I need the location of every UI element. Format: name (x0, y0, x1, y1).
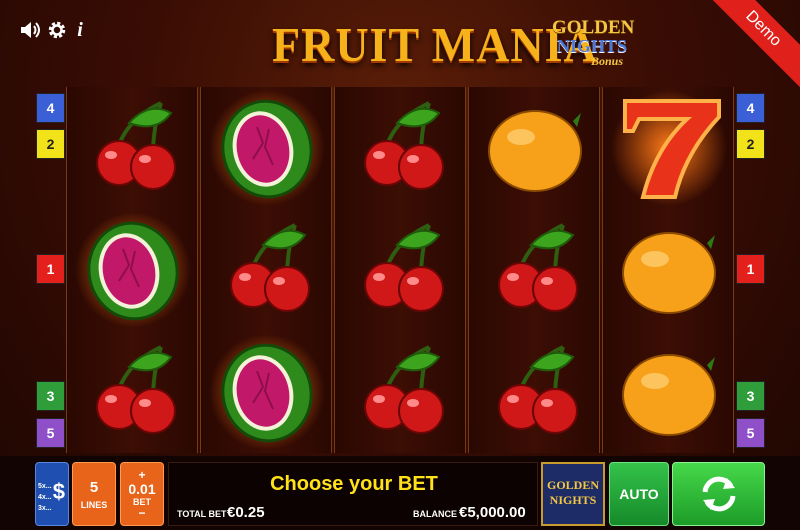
golden-nights-button[interactable]: GOLDEN NIGHTS (541, 462, 605, 526)
reel-5 (602, 87, 734, 453)
spin-arrows-icon (702, 476, 735, 512)
watermelon-symbol (67, 209, 199, 331)
cherry-symbol (201, 209, 333, 331)
orange-symbol (603, 331, 735, 453)
paytable-button[interactable]: 5x... 4x... 3x... $ (35, 462, 69, 526)
cherry-symbol (67, 87, 199, 209)
gn-line1: GOLDEN (546, 478, 599, 492)
bet-plus-icon[interactable]: + (138, 469, 145, 481)
payline-right-2[interactable]: 2 (736, 129, 765, 159)
orange-symbol (469, 87, 601, 209)
game-title: FRUIT MANIA (272, 17, 598, 72)
logo-line1: GOLDEN (552, 17, 635, 38)
bet-button[interactable]: + 0.01 BET − (120, 462, 164, 526)
seven-symbol (603, 87, 735, 209)
watermelon-symbol (201, 331, 333, 453)
auto-button[interactable]: AUTO (609, 462, 669, 526)
logo-line2: NIGHTS (556, 36, 628, 56)
reel-3 (334, 87, 466, 453)
lines-label: LINES (80, 499, 108, 510)
payline-left-2[interactable]: 2 (36, 129, 65, 159)
message-panel: Choose your BET TOTAL BET €0.25 BALANCE … (168, 462, 538, 526)
cherry-symbol (335, 209, 467, 331)
payline-right-3[interactable]: 3 (736, 381, 765, 411)
spin-button[interactable] (672, 462, 765, 526)
speaker-icon[interactable] (18, 18, 42, 42)
cherry-symbol (67, 331, 199, 453)
payline-left-3[interactable]: 3 (36, 381, 65, 411)
gn-line2: NIGHTS (549, 493, 597, 507)
balance-label: BALANCE (413, 509, 457, 519)
payline-right-1[interactable]: 1 (736, 254, 765, 284)
gear-icon[interactable] (45, 18, 69, 42)
lines-button[interactable]: 5 LINES (72, 462, 116, 526)
total-bet-value: €0.25 (227, 504, 265, 521)
info-icon[interactable]: i (72, 18, 88, 42)
payline-left-1[interactable]: 1 (36, 254, 65, 284)
bet-value: 0.01 (128, 481, 156, 497)
payline-left-5[interactable]: 5 (36, 418, 65, 448)
reels-area (66, 87, 734, 453)
golden-nights-logo: GOLDEN NIGHTS Bonus (552, 17, 635, 80)
watermelon-symbol (201, 87, 333, 209)
cherry-symbol (335, 87, 467, 209)
reel-2 (200, 87, 332, 453)
cherry-symbol (469, 331, 601, 453)
payline-right-4[interactable]: 4 (736, 93, 765, 123)
paytable-row: 3x... (38, 505, 52, 512)
logo-line3: Bonus (590, 54, 624, 68)
status-message: Choose your BET (270, 473, 438, 495)
cherry-symbol (469, 209, 601, 331)
reel-4 (468, 87, 600, 453)
cherry-symbol (335, 331, 467, 453)
bet-minus-icon[interactable]: − (138, 507, 145, 519)
reel-1 (66, 87, 198, 453)
paytable-row: 5x... (38, 483, 52, 490)
total-bet-label: TOTAL BET (177, 509, 227, 519)
balance-value: €5,000.00 (459, 504, 526, 521)
payline-right-5[interactable]: 5 (736, 418, 765, 448)
dollar-icon: $ (52, 479, 65, 504)
paytable-row: 4x... (38, 494, 52, 501)
payline-left-4[interactable]: 4 (36, 93, 65, 123)
lines-value: 5 (89, 478, 99, 496)
demo-ribbon: Demo (699, 0, 800, 93)
bottom-bar: 5x... 4x... 3x... $ 5 LINES + 0.01 BET −… (0, 456, 800, 530)
orange-symbol (603, 209, 735, 331)
top-bar: i FRUIT MANIA GOLDEN NIGHTS Bonus Demo (0, 0, 800, 93)
